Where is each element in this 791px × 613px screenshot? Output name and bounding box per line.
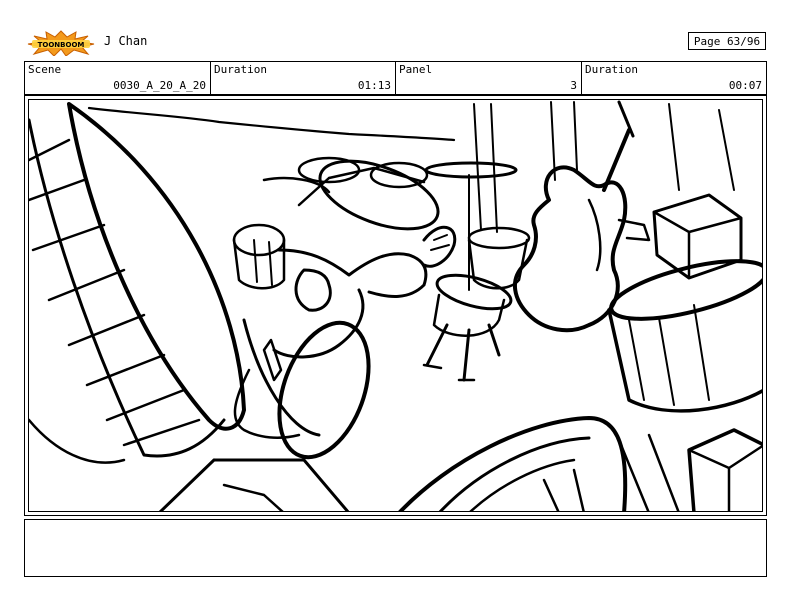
panel-drawing-area [28, 99, 763, 512]
panel-label: Panel [399, 63, 433, 76]
panel-duration-label: Duration [585, 63, 638, 76]
storyboard-panel [24, 95, 767, 516]
scene-duration-value: 01:13 [357, 79, 391, 92]
scene-duration-label: Duration [214, 63, 267, 76]
panel-info-row: Scene 0030_A_20_A_20 Duration 01:13 Pane… [24, 61, 767, 95]
panel-notes-box [24, 519, 767, 577]
drum-kit-sketch [29, 100, 762, 511]
scene-value: 0030_A_20_A_20 [113, 79, 206, 92]
scene-label: Scene [28, 63, 62, 76]
author-name: J Chan [104, 34, 148, 48]
panel-cell: Panel 3 [396, 62, 582, 94]
panel-duration-cell: Duration 00:07 [582, 62, 766, 94]
scene-cell: Scene 0030_A_20_A_20 [25, 62, 211, 94]
panel-value: 3 [570, 79, 577, 92]
page-number: Page 63/96 [688, 32, 766, 50]
logo-text: TOONBOOM [38, 41, 85, 49]
scene-duration-cell: Duration 01:13 [211, 62, 396, 94]
toonboom-logo: TOONBOOM [26, 30, 96, 57]
panel-duration-value: 00:07 [728, 79, 762, 92]
